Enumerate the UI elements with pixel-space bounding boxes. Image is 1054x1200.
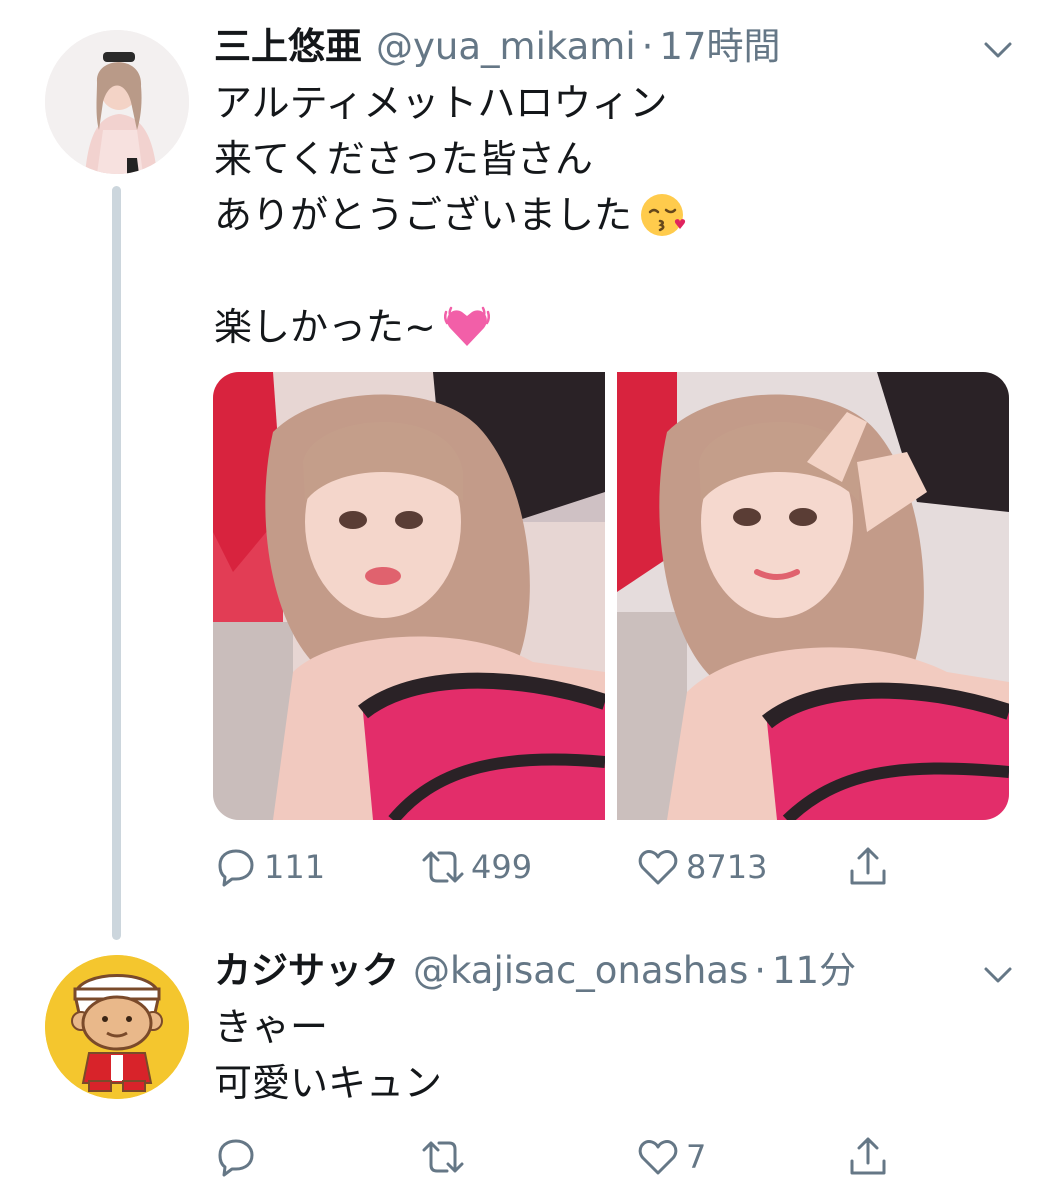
retweet-icon xyxy=(422,851,464,883)
separator-dot: · xyxy=(641,25,654,68)
tweet-text-line: 来てくださった皆さん xyxy=(214,137,593,181)
avatar-photo xyxy=(45,30,189,174)
tweet-actions: 111 499 8713 xyxy=(214,842,914,892)
reply-icon xyxy=(218,849,254,887)
share-icon xyxy=(850,847,886,885)
tweet-text-line: きゃー xyxy=(214,1005,329,1049)
tweet-photo[interactable] xyxy=(213,372,605,820)
heart-icon xyxy=(638,1140,678,1175)
reply-button[interactable] xyxy=(214,1132,264,1182)
share-button[interactable] xyxy=(846,842,890,892)
share-icon xyxy=(850,1137,886,1175)
tweet[interactable]: 三上悠亜 @yua_mikami · 17時間 アルティメットハロウィン 来てく… xyxy=(0,0,1054,945)
media-grid xyxy=(213,372,1009,820)
tweet-text-line: アルティメットハロウィン xyxy=(214,81,668,125)
tweet-header: カジサック @kajisac_onashas · 11分 xyxy=(214,948,856,994)
like-button[interactable]: 7 xyxy=(636,1132,706,1182)
thread-connector xyxy=(112,186,121,940)
retweet-icon xyxy=(422,1141,464,1173)
mascot-avatar xyxy=(45,955,189,1099)
reply-icon xyxy=(218,1139,254,1177)
reply-count: 111 xyxy=(264,848,326,886)
avatar[interactable] xyxy=(45,955,189,1099)
chevron-down-icon[interactable] xyxy=(978,30,1018,70)
retweet-button[interactable]: 499 xyxy=(421,842,532,892)
separator-dot: · xyxy=(754,949,767,992)
chevron-down-icon[interactable] xyxy=(978,955,1018,995)
like-count: 7 xyxy=(686,1138,707,1176)
tweet-actions: 7 xyxy=(214,1132,914,1182)
display-name[interactable]: カジサック xyxy=(214,948,399,994)
reply-button[interactable]: 111 xyxy=(214,842,325,892)
beating-heart-emoji xyxy=(442,302,492,352)
retweet-count: 499 xyxy=(471,848,533,886)
like-button[interactable]: 8713 xyxy=(636,842,767,892)
timestamp[interactable]: 17時間 xyxy=(659,24,780,70)
handle[interactable]: @yua_mikami xyxy=(376,24,636,70)
share-button[interactable] xyxy=(846,1132,890,1182)
tweet-text-line: ありがとうございました xyxy=(214,190,688,240)
tweet-photo[interactable] xyxy=(617,372,1009,820)
like-count: 8713 xyxy=(686,848,768,886)
tweet-text-line: 楽しかった~ xyxy=(214,302,492,352)
avatar[interactable] xyxy=(45,30,189,174)
kissing-face-emoji xyxy=(638,190,688,240)
handle[interactable]: @kajisac_onashas xyxy=(413,948,748,994)
timestamp[interactable]: 11分 xyxy=(772,948,856,994)
heart-icon xyxy=(638,850,678,885)
tweet-text-line: 可愛いキュン xyxy=(214,1061,443,1105)
tweet-header: 三上悠亜 @yua_mikami · 17時間 xyxy=(214,24,780,70)
display-name[interactable]: 三上悠亜 xyxy=(214,24,362,70)
retweet-button[interactable] xyxy=(421,1132,471,1182)
